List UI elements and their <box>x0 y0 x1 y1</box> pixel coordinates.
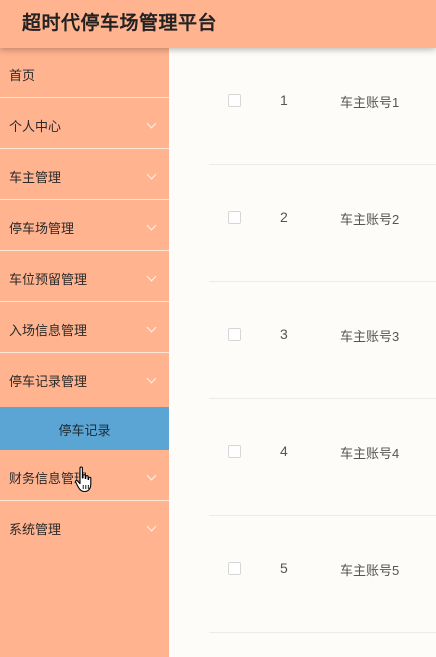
sidebar-item-parking-records[interactable]: 停车记录管理 <box>0 354 169 404</box>
row-owner-account: 车主账号2 <box>340 212 400 227</box>
table-row[interactable]: 3 车主账号3 <box>209 282 436 399</box>
row-owner-account: 车主账号3 <box>340 329 400 344</box>
sidebar-item-label: 停车记录管理 <box>9 374 88 389</box>
row-owner-account: 车主账号5 <box>340 563 400 578</box>
sidebar-item-parking-lot-management[interactable]: 停车场管理 <box>0 201 169 251</box>
row-index: 3 <box>280 326 288 342</box>
row-checkbox[interactable] <box>228 445 241 458</box>
chevron-down-icon <box>146 322 157 333</box>
row-checkbox[interactable] <box>228 562 241 575</box>
table-row[interactable]: 4 车主账号4 <box>209 399 436 516</box>
main-content: 1 车主账号1 2 车主账号2 3 车主账号3 4 车主账号4 5 车主账号5 <box>169 48 436 657</box>
app-title: 超时代停车场管理平台 <box>22 13 218 34</box>
sidebar-item-owner-management[interactable]: 车主管理 <box>0 150 169 200</box>
row-owner-account: 车主账号1 <box>340 95 400 110</box>
row-checkbox[interactable] <box>228 94 241 107</box>
table-row[interactable]: 2 车主账号2 <box>209 165 436 282</box>
sidebar-item-label: 入场信息管理 <box>9 323 88 338</box>
row-index: 4 <box>280 443 288 459</box>
chevron-down-icon <box>146 470 157 481</box>
sidebar: 首页 个人中心 车主管理 停车场管理 车位预留管理 入场信息管理 停车记录管理 … <box>0 48 169 657</box>
chevron-down-icon <box>146 118 157 129</box>
submenu-item-parking-record[interactable]: 停车记录 <box>0 407 169 450</box>
sidebar-item-label: 车位预留管理 <box>9 272 88 287</box>
sidebar-item-label: 系统管理 <box>9 522 62 537</box>
chevron-down-icon <box>146 220 157 231</box>
sidebar-item-label: 停车场管理 <box>9 221 75 236</box>
row-index: 2 <box>280 209 288 225</box>
row-owner-account: 车主账号4 <box>340 446 400 461</box>
sidebar-item-home[interactable]: 首页 <box>0 48 169 98</box>
row-checkbox[interactable] <box>228 211 241 224</box>
row-index: 1 <box>280 92 288 108</box>
sidebar-item-entry-info[interactable]: 入场信息管理 <box>0 303 169 353</box>
sidebar-item-label: 个人中心 <box>9 119 62 134</box>
submenu-item-label: 停车记录 <box>58 423 111 438</box>
chevron-down-icon <box>146 373 157 384</box>
row-checkbox[interactable] <box>228 328 241 341</box>
sidebar-item-label: 首页 <box>9 68 36 83</box>
row-index: 5 <box>280 560 288 576</box>
chevron-down-icon <box>146 169 157 180</box>
chevron-down-icon <box>146 271 157 282</box>
top-header: 超时代停车场管理平台 <box>0 0 436 48</box>
table-row[interactable]: 1 车主账号1 <box>209 48 436 165</box>
hand-pointer-icon <box>74 466 92 493</box>
sidebar-item-system[interactable]: 系统管理 <box>0 502 169 552</box>
sidebar-item-space-reservation[interactable]: 车位预留管理 <box>0 252 169 302</box>
sidebar-item-label: 车主管理 <box>9 170 62 185</box>
table-row[interactable]: 5 车主账号5 <box>209 516 436 633</box>
chevron-down-icon <box>146 521 157 532</box>
sidebar-item-personal-center[interactable]: 个人中心 <box>0 99 169 149</box>
